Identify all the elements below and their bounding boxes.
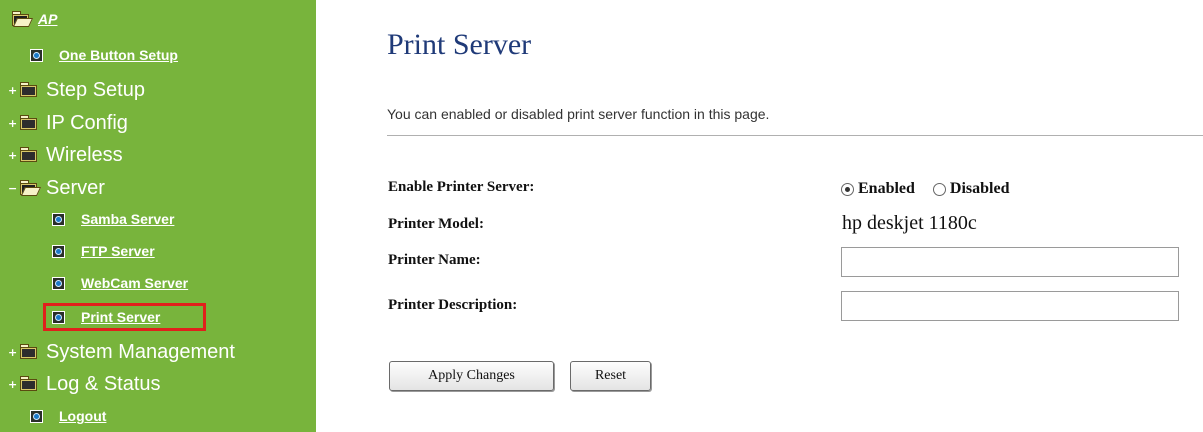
expand-icon[interactable]: + xyxy=(8,85,17,96)
sidebar-item-label[interactable]: Server xyxy=(46,177,105,200)
expand-icon[interactable]: + xyxy=(8,150,17,161)
printer-model-label: Printer Model: xyxy=(388,216,484,232)
sidebar-nav: AP One Button Setup + Step Setup + IP Co… xyxy=(0,0,316,432)
sidebar-item-server[interactable]: − Server xyxy=(8,177,105,200)
sidebar-item-label[interactable]: Samba Server xyxy=(81,211,174,227)
reset-button[interactable]: Reset xyxy=(570,361,651,391)
printer-description-label: Printer Description: xyxy=(388,297,518,313)
highlight-box xyxy=(43,303,206,331)
sidebar-item-label[interactable]: One Button Setup xyxy=(59,47,178,63)
folder-icon xyxy=(20,376,37,391)
page-icon xyxy=(52,244,65,258)
printer-name-label: Printer Name: xyxy=(388,252,481,268)
sidebar-item-system-management[interactable]: + System Management xyxy=(8,341,235,364)
enable-radio-group: Enabled Disabled xyxy=(841,180,1028,198)
tree-root-ap[interactable]: AP xyxy=(12,10,57,27)
sidebar-item-label[interactable]: Step Setup xyxy=(46,79,145,102)
disabled-label[interactable]: Disabled xyxy=(950,180,1010,198)
enabled-option[interactable]: Enabled xyxy=(841,180,915,198)
folder-icon xyxy=(20,344,37,359)
sidebar-item-label[interactable]: Wireless xyxy=(46,144,123,167)
sidebar-item-label[interactable]: WebCam Server xyxy=(81,275,188,291)
divider xyxy=(387,135,1203,136)
collapse-icon[interactable]: − xyxy=(8,183,17,194)
sidebar-item-label[interactable]: FTP Server xyxy=(81,243,155,259)
sidebar-item-wireless[interactable]: + Wireless xyxy=(8,144,123,167)
sidebar-item-label[interactable]: Logout xyxy=(59,408,106,424)
printer-description-input[interactable] xyxy=(841,291,1179,321)
sidebar-item-step-setup[interactable]: + Step Setup xyxy=(8,79,145,102)
sidebar-item-label[interactable]: IP Config xyxy=(46,112,128,135)
sidebar-item-ip-config[interactable]: + IP Config xyxy=(8,112,128,135)
sidebar-item-label[interactable]: System Management xyxy=(46,341,235,364)
page-icon xyxy=(52,276,65,290)
folder-icon xyxy=(20,82,37,97)
enabled-label[interactable]: Enabled xyxy=(858,180,915,198)
sidebar-item-log-status[interactable]: + Log & Status xyxy=(8,373,161,396)
sidebar-item-logout[interactable]: Logout xyxy=(30,408,106,424)
disabled-radio[interactable] xyxy=(932,182,946,196)
apply-changes-button[interactable]: Apply Changes xyxy=(389,361,554,391)
folder-icon xyxy=(20,115,37,130)
tree-root-label[interactable]: AP xyxy=(38,11,57,27)
page-icon xyxy=(30,409,43,423)
expand-icon[interactable]: + xyxy=(8,379,17,390)
page-icon xyxy=(30,48,43,62)
expand-icon[interactable]: + xyxy=(8,347,17,358)
printer-model-value: hp deskjet 1180c xyxy=(842,212,977,234)
folder-open-icon xyxy=(20,180,42,196)
page-title: Print Server xyxy=(387,28,532,61)
disabled-option[interactable]: Disabled xyxy=(932,180,1010,198)
page-icon xyxy=(52,212,65,226)
enabled-radio[interactable] xyxy=(841,182,854,196)
expand-icon[interactable]: + xyxy=(8,118,17,129)
sidebar-item-one-button-setup[interactable]: One Button Setup xyxy=(30,47,178,63)
sidebar-item-webcam-server[interactable]: WebCam Server xyxy=(52,275,188,291)
printer-name-input[interactable] xyxy=(841,247,1179,277)
sidebar-item-ftp-server[interactable]: FTP Server xyxy=(52,243,155,259)
sidebar-item-samba-server[interactable]: Samba Server xyxy=(52,211,174,227)
sidebar-item-label[interactable]: Log & Status xyxy=(46,373,161,396)
page-description: You can enabled or disabled print server… xyxy=(387,106,770,122)
enable-printer-server-label: Enable Printer Server: xyxy=(388,179,535,195)
folder-icon xyxy=(20,147,37,162)
folder-open-icon xyxy=(12,10,34,27)
